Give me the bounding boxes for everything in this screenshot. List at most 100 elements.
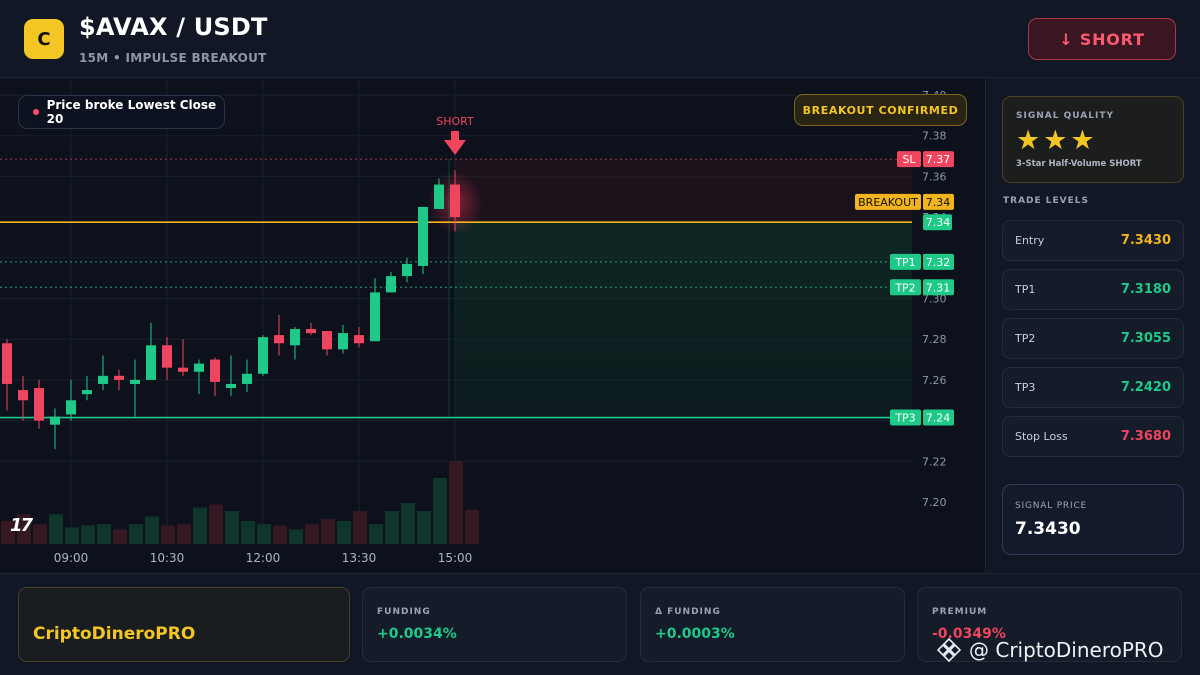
y-tick-label: 7.38 bbox=[922, 130, 947, 143]
candle-body bbox=[194, 363, 204, 372]
volume-bar bbox=[81, 525, 95, 544]
level-value: 7.3055 bbox=[1120, 331, 1171, 346]
level-name: TP3 bbox=[1015, 381, 1036, 394]
volume-bar bbox=[337, 520, 351, 544]
level-value: 7.2420 bbox=[1120, 380, 1171, 395]
candle-body bbox=[402, 263, 412, 277]
x-tick-label: 10:30 bbox=[150, 551, 185, 565]
funding-card: FUNDING +0.0034% bbox=[362, 587, 627, 662]
volume-bar bbox=[49, 514, 63, 544]
volume-bar bbox=[161, 525, 175, 544]
level-tag-value: 7.37 bbox=[926, 153, 951, 166]
candle-body bbox=[370, 292, 380, 342]
volume-bar bbox=[257, 524, 271, 544]
candle-body bbox=[162, 345, 172, 368]
y-tick-label: 7.20 bbox=[922, 496, 947, 509]
signal-quality-label: SIGNAL QUALITY bbox=[1016, 111, 1114, 121]
volume-bar bbox=[177, 524, 191, 544]
level-name: Stop Loss bbox=[1015, 430, 1068, 443]
price-note: Price broke Lowest Close 20 bbox=[18, 95, 225, 129]
x-tick-label: 12:00 bbox=[246, 551, 281, 565]
volume-bar bbox=[241, 520, 255, 544]
trade-levels-label: TRADE LEVELS bbox=[1003, 196, 1089, 206]
binance-logo-icon bbox=[936, 637, 962, 663]
level-tag-label: TP1 bbox=[894, 256, 915, 269]
star-rating-icon: ★★★ bbox=[1016, 125, 1098, 156]
volume-bar bbox=[113, 529, 127, 544]
candle-body bbox=[242, 373, 252, 384]
watermark-text: @ CriptoDineroPRO bbox=[969, 638, 1164, 662]
level-tag-value: 7.32 bbox=[926, 256, 951, 269]
candle-body bbox=[82, 390, 92, 395]
level-name: Entry bbox=[1015, 234, 1045, 247]
volume-bar bbox=[449, 461, 463, 544]
level-tp1: TP1 7.3180 bbox=[1002, 269, 1184, 310]
stat-label: FUNDING bbox=[377, 607, 431, 617]
y-tick-label: 7.28 bbox=[922, 333, 947, 346]
volume-bar bbox=[385, 511, 399, 544]
volume-bar bbox=[65, 527, 79, 544]
volume-bar bbox=[369, 524, 383, 544]
candle-body bbox=[34, 388, 44, 421]
delta-funding-card: Δ FUNDING +0.0003% bbox=[640, 587, 905, 662]
candle-body bbox=[18, 390, 28, 401]
volume-bar bbox=[209, 504, 223, 544]
price-note-text: Price broke Lowest Close 20 bbox=[46, 98, 217, 126]
level-value: 7.3180 bbox=[1120, 282, 1171, 297]
candle-body bbox=[130, 379, 140, 384]
tradingview-logo: 17 bbox=[10, 515, 33, 536]
coin-logo: C bbox=[24, 19, 64, 59]
pair-subtitle: 15M • IMPULSE BREAKOUT bbox=[79, 51, 267, 65]
x-tick-label: 09:00 bbox=[54, 551, 89, 565]
volume-bar bbox=[273, 525, 287, 544]
level-tp3: TP3 7.2420 bbox=[1002, 367, 1184, 408]
candle-body bbox=[98, 375, 108, 384]
candle-body bbox=[322, 331, 332, 350]
candle-body bbox=[146, 345, 156, 380]
candle-body bbox=[418, 206, 428, 266]
volume-bar bbox=[145, 516, 159, 544]
candle-body bbox=[386, 276, 396, 293]
level-tag-value: 7.31 bbox=[926, 281, 951, 294]
header: C $AVAX / USDT 15M • IMPULSE BREAKOUT ↓ … bbox=[0, 0, 1200, 78]
current-price-tag: 7.34 bbox=[926, 216, 951, 229]
level-name: TP2 bbox=[1015, 332, 1036, 345]
volume-bar bbox=[321, 518, 335, 544]
volume-bar bbox=[129, 524, 143, 544]
volume-bar bbox=[97, 524, 111, 544]
volume-bar bbox=[193, 507, 207, 544]
candle-body bbox=[114, 375, 124, 380]
candle-body bbox=[226, 383, 236, 389]
y-tick-label: 7.26 bbox=[922, 374, 947, 387]
price-chart[interactable]: SHORT7.407.387.367.347.327.307.287.267.2… bbox=[0, 79, 986, 573]
volume-bar bbox=[289, 529, 303, 544]
x-tick-label: 15:00 bbox=[438, 551, 473, 565]
chart-canvas: SHORT7.407.387.367.347.327.307.287.267.2… bbox=[0, 79, 954, 565]
watermark: @ CriptoDineroPRO bbox=[935, 636, 1164, 664]
volume-bar bbox=[305, 524, 319, 544]
short-arrow-icon bbox=[444, 131, 466, 155]
y-tick-label: 7.22 bbox=[922, 455, 947, 468]
level-tp2: TP2 7.3055 bbox=[1002, 318, 1184, 359]
signal-quality-card: SIGNAL QUALITY ★★★ 3-Star Half-Volume SH… bbox=[1002, 96, 1184, 183]
level-tag-label: SL bbox=[902, 153, 916, 166]
signal-price-label: SIGNAL PRICE bbox=[1015, 501, 1088, 511]
level-value: 7.3680 bbox=[1120, 429, 1171, 444]
candle-body bbox=[2, 343, 12, 384]
candle-body bbox=[338, 333, 348, 350]
candle-body bbox=[450, 184, 460, 218]
risk-zone bbox=[455, 159, 912, 223]
candle-body bbox=[306, 329, 316, 334]
alert-dot-icon bbox=[33, 109, 39, 115]
stat-value: +0.0034% bbox=[377, 626, 457, 642]
x-tick-label: 13:30 bbox=[342, 551, 377, 565]
volume-bar bbox=[433, 478, 447, 544]
level-tag-value: 7.24 bbox=[926, 412, 951, 425]
volume-bar bbox=[353, 511, 367, 544]
level-name: TP1 bbox=[1015, 283, 1036, 296]
short-button[interactable]: ↓ SHORT bbox=[1028, 18, 1176, 60]
stat-value: +0.0003% bbox=[655, 626, 735, 642]
level-entry: Entry 7.3430 bbox=[1002, 220, 1184, 261]
level-stop-loss: Stop Loss 7.3680 bbox=[1002, 416, 1184, 457]
candle-body bbox=[258, 337, 268, 374]
